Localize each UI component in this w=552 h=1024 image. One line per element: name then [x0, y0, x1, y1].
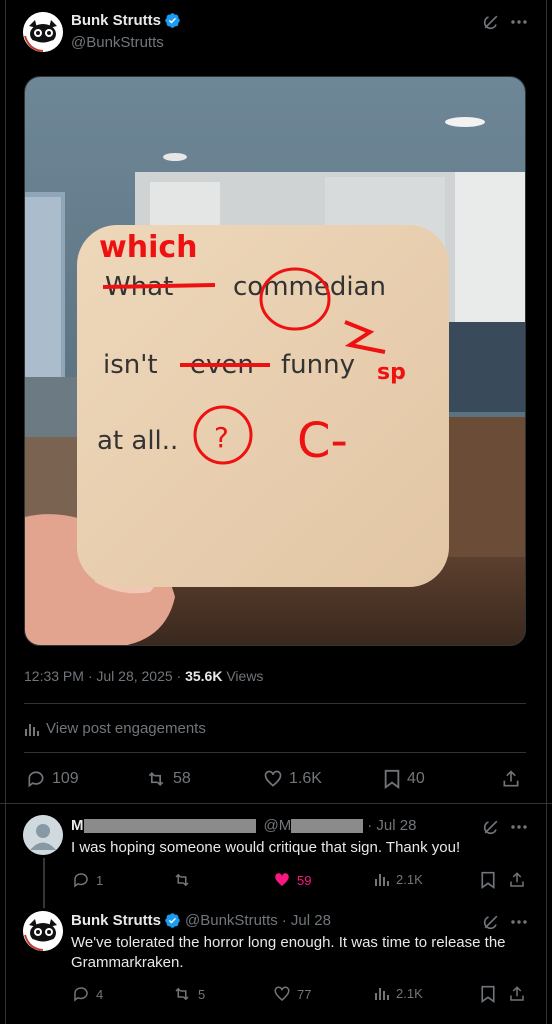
repost-button[interactable]: 58	[145, 769, 191, 789]
redacted-handle	[291, 818, 364, 833]
analytics-icon	[375, 988, 389, 1000]
views-count: 2.1K	[396, 871, 423, 887]
right-column-border	[546, 0, 547, 1024]
bookmark-button[interactable]: 40	[383, 769, 425, 789]
reply-author-handle[interactable]: @M	[264, 817, 292, 834]
reply-author-name[interactable]: M	[71, 817, 84, 834]
heart-icon	[274, 986, 290, 1001]
heart-icon	[264, 770, 282, 787]
reply-button[interactable]: 4	[72, 985, 103, 1003]
grok-icon[interactable]	[481, 12, 501, 37]
reply-date[interactable]: · Jul 28	[282, 912, 331, 929]
reply-header: M @M · Jul 28	[71, 817, 416, 834]
share-button[interactable]	[508, 871, 526, 889]
bookmark-button[interactable]	[480, 871, 496, 889]
mark-sp: sp	[377, 360, 406, 385]
avatar[interactable]	[23, 815, 63, 855]
views-button[interactable]: 2.1K	[374, 985, 423, 1001]
reply-author-handle[interactable]: @BunkStrutts	[185, 912, 278, 929]
verified-badge-icon	[165, 13, 180, 28]
redacted-name	[83, 818, 256, 833]
divider	[24, 703, 526, 704]
reply-icon	[74, 987, 88, 1002]
analytics-icon	[25, 723, 39, 736]
views-count: 35.6K	[185, 668, 223, 684]
verified-badge-icon	[165, 913, 180, 928]
word-funny: funny	[281, 350, 355, 380]
left-column-border	[5, 0, 6, 1024]
views-label: Views	[222, 668, 264, 684]
share-icon	[510, 872, 524, 887]
divider	[24, 752, 526, 753]
bookmark-button[interactable]	[480, 985, 496, 1003]
reply-count: 4	[96, 986, 104, 1002]
avatar[interactable]	[23, 911, 63, 951]
avatar[interactable]	[23, 12, 63, 52]
share-button[interactable]	[501, 769, 521, 789]
reply-author-name[interactable]: Bunk Strutts	[71, 912, 161, 929]
author-name-row[interactable]: Bunk Strutts	[71, 12, 181, 29]
reply-button[interactable]: 109	[26, 769, 79, 789]
heart-filled-icon	[275, 873, 289, 886]
reply-button[interactable]: 1	[72, 871, 103, 889]
mark-question: ?	[214, 421, 229, 454]
repost-icon	[175, 987, 189, 1001]
view-engagements-link[interactable]: View post engagements	[24, 720, 206, 737]
grade: C-	[297, 413, 348, 469]
repost-count: 58	[173, 770, 191, 787]
reply-date[interactable]: · Jul 28	[367, 817, 416, 834]
reply-icon	[74, 873, 88, 888]
bookmark-icon	[481, 871, 495, 889]
repost-icon	[148, 771, 164, 787]
bookmark-icon	[481, 985, 495, 1003]
analytics-icon	[375, 874, 389, 886]
tweet-meta: 12:33 PM · Jul 28, 2025 · 35.6K Views	[24, 668, 263, 684]
bookmark-count: 40	[407, 770, 425, 787]
author-name[interactable]: Bunk Strutts	[71, 12, 161, 29]
correction-which: which	[99, 230, 198, 265]
like-count: 59	[297, 872, 312, 888]
engagements-label: View post engagements	[46, 720, 206, 737]
share-icon	[503, 770, 519, 787]
reply-count: 1	[96, 872, 104, 888]
reply-count: 109	[52, 770, 79, 787]
divider	[0, 803, 552, 804]
reply-text: We've tolerated the horror long enough. …	[71, 934, 506, 971]
more-options-icon[interactable]	[510, 12, 528, 37]
tweet-timestamp[interactable]: 12:33 PM · Jul 28, 2025 ·	[24, 668, 185, 684]
like-button[interactable]: 77	[273, 985, 311, 1003]
thread-connector	[43, 858, 45, 908]
repost-count: 5	[198, 986, 206, 1002]
word-isnt: isn't	[103, 350, 158, 380]
share-button[interactable]	[508, 985, 526, 1003]
share-icon	[510, 986, 524, 1001]
author-handle[interactable]: @BunkStrutts	[71, 34, 164, 51]
repost-icon	[175, 873, 189, 887]
views-count: 2.1K	[396, 985, 423, 1001]
repost-button[interactable]	[172, 871, 198, 889]
like-count: 1.6K	[289, 770, 322, 787]
bookmark-icon	[384, 769, 400, 789]
tweet-photo[interactable]: which What commedian isn't even funny sp…	[24, 76, 526, 646]
reply-text: I was hoping someone would critique that…	[71, 839, 461, 856]
like-count: 77	[297, 986, 312, 1002]
like-button[interactable]: 1.6K	[263, 769, 322, 789]
reply-icon	[28, 771, 44, 788]
word-commedian: commedian	[233, 272, 386, 302]
reply-header: Bunk Strutts @BunkStrutts · Jul 28	[71, 912, 331, 929]
like-button[interactable]: 59	[273, 871, 311, 889]
repost-button[interactable]: 5	[172, 985, 205, 1003]
views-button[interactable]: 2.1K	[374, 871, 423, 887]
line-at-all: at all..	[97, 426, 178, 456]
